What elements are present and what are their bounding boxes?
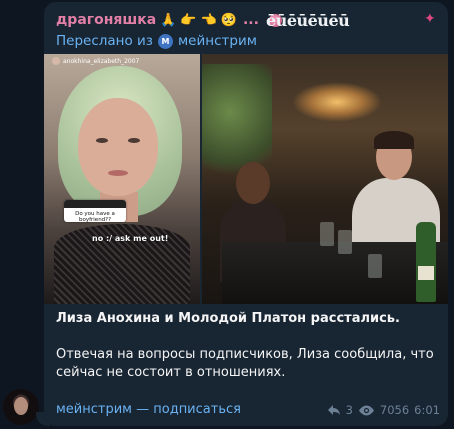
pray-emoji-icon: 🙏: [160, 12, 177, 28]
sender-header[interactable]: драгоняшка 🙏 👉 👈 🥺 ...: [56, 10, 282, 30]
caption-body: Отвечая на вопросы подписчиков, Лиза соо…: [56, 347, 434, 380]
photo-restaurant[interactable]: [202, 54, 448, 304]
wine-bottle-shape: [416, 222, 436, 302]
point-right-emoji-icon: 👉: [180, 12, 197, 28]
question-text: Do you have a boyfriend??: [75, 211, 115, 223]
sender-avatar[interactable]: [3, 389, 39, 425]
message-bubble[interactable]: драгоняшка 🙏 👉 👈 🥺 ... ēūēūēūēū ✦ Пересл…: [44, 2, 448, 426]
share-icon[interactable]: [327, 404, 341, 416]
forwarded-from[interactable]: Переслано из М мейнстрим: [56, 32, 257, 50]
caption-headline: Лиза Анохина и Молодой Платон расстались…: [56, 311, 400, 326]
story-username: anokhina_elizabeth_2007: [52, 57, 139, 65]
eye-left: [96, 138, 108, 143]
media-album[interactable]: anokhina_elizabeth_2007 Do you have a bo…: [44, 54, 448, 304]
sender-ellipsis: ...: [242, 12, 259, 28]
glass-shape: [320, 222, 334, 246]
eye-right: [128, 138, 140, 143]
views-icon: [358, 405, 375, 416]
pleading-face-emoji-icon: 🥺: [220, 12, 237, 28]
sender-name[interactable]: драгоняшка: [56, 12, 156, 28]
sender-custom-tag: ēūēūēūēū: [266, 11, 350, 30]
story-avatar-icon: [52, 57, 60, 65]
table-shape: [222, 242, 448, 304]
glass-shape: [338, 230, 352, 254]
subscribe-link[interactable]: мейнстрим — подписаться: [56, 402, 241, 417]
face-shape: [78, 98, 158, 196]
views-count: 7056: [379, 403, 410, 417]
story-username-text: anokhina_elizabeth_2007: [63, 57, 140, 65]
question-sticker: Do you have a boyfriend??: [64, 200, 126, 223]
message-meta: 3 7056 6:01: [327, 403, 440, 417]
photo-story-screenshot[interactable]: anokhina_elizabeth_2007 Do you have a bo…: [44, 54, 200, 304]
message-time: 6:01: [414, 403, 440, 417]
question-sticker-header: [64, 200, 126, 208]
forward-channel-name[interactable]: мейнстрим: [178, 33, 257, 49]
sparkle-icon: ✦: [424, 11, 436, 27]
chandelier-glow: [292, 82, 382, 122]
point-left-emoji-icon: 👈: [200, 12, 217, 28]
shares-count: 3: [345, 403, 353, 417]
channel-avatar-icon: М: [158, 33, 173, 49]
answer-text: no :/ ask me out!: [92, 234, 169, 243]
mouth-shape: [108, 170, 128, 176]
message-caption: Лиза Анохина и Молодой Платон расстались…: [56, 310, 440, 382]
glass-shape: [368, 254, 382, 278]
forward-label: Переслано из: [56, 33, 153, 49]
